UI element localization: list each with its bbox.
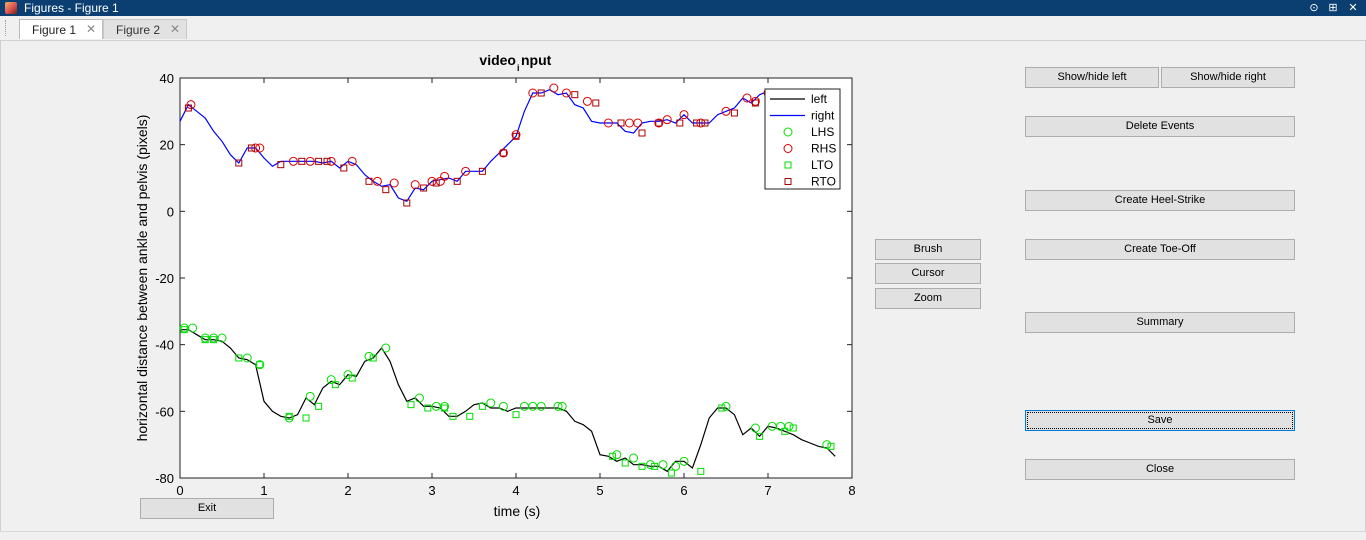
y-tick-label: -80 — [155, 471, 174, 486]
help-icon[interactable]: ⊙ — [1307, 1, 1321, 15]
window-titlebar: Figures - Figure 1 ⊙ ⊞ ✕ — [0, 0, 1366, 16]
x-tick-label: 8 — [848, 483, 855, 498]
plot-title-rest: nput — [521, 52, 552, 68]
x-tick-label: 3 — [428, 483, 435, 498]
y-tick-label: -40 — [155, 338, 174, 353]
show-hide-left-button[interactable]: Show/hide left — [1025, 67, 1159, 88]
legend-label: LTO — [811, 158, 833, 172]
legend-label: right — [811, 109, 835, 123]
y-axis-label: horizontal distance between ankle and pe… — [134, 115, 150, 442]
legend-label: RTO — [811, 175, 836, 189]
x-tick-label: 2 — [344, 483, 351, 498]
save-button[interactable]: Save — [1025, 410, 1295, 431]
close-tab-icon[interactable]: ✕ — [86, 22, 96, 36]
x-tick-label: 1 — [260, 483, 267, 498]
tab-label: Figure 2 — [116, 23, 161, 37]
y-tick-label: -20 — [155, 271, 174, 286]
show-hide-right-button[interactable]: Show/hide right — [1161, 67, 1295, 88]
legend-label: LHS — [811, 125, 834, 139]
x-tick-label: 4 — [512, 483, 519, 498]
tab-figure-2[interactable]: Figure 2 ✕ — [103, 19, 187, 39]
figure-tabs: Figure 1 ✕ Figure 2 ✕ — [0, 16, 1366, 41]
tab-grip[interactable] — [5, 20, 10, 36]
x-tick-label: 6 — [680, 483, 687, 498]
cursor-button[interactable]: Cursor — [875, 263, 981, 284]
close-icon[interactable]: ✕ — [1346, 1, 1360, 15]
y-tick-label: 0 — [167, 204, 174, 219]
summary-button[interactable]: Summary — [1025, 312, 1295, 333]
exit-button[interactable]: Exit — [140, 498, 274, 519]
legend-label: RHS — [811, 142, 836, 156]
plot-title: video — [479, 52, 516, 68]
x-tick-label: 0 — [176, 483, 183, 498]
x-axis-label: time (s) — [494, 503, 541, 519]
x-tick-label: 7 — [764, 483, 771, 498]
y-tick-label: 20 — [160, 138, 174, 153]
plot[interactable]: 0 1 2 3 4 5 6 7 840200-20-40-60-80 video i nput … — [1, 41, 1365, 531]
create-heel-strike-button[interactable]: Create Heel-Strike — [1025, 190, 1295, 211]
tab-figure-1[interactable]: Figure 1 ✕ — [19, 19, 103, 39]
tab-label: Figure 1 — [32, 23, 77, 37]
x-tick-label: 5 — [596, 483, 603, 498]
zoom-button[interactable]: Zoom — [875, 288, 981, 309]
close-tab-icon[interactable]: ✕ — [170, 22, 180, 36]
window-title: Figures - Figure 1 — [24, 1, 119, 15]
matlab-icon — [5, 2, 17, 14]
undock-icon[interactable]: ⊞ — [1326, 1, 1340, 15]
delete-events-button[interactable]: Delete Events — [1025, 116, 1295, 137]
create-toe-off-button[interactable]: Create Toe-Off — [1025, 239, 1295, 260]
figure-canvas: 0 1 2 3 4 5 6 7 8 40 20 0 -20 -40 -60 -80 video i nput … — [0, 40, 1366, 532]
y-tick-label: 40 — [160, 71, 174, 86]
brush-button[interactable]: Brush — [875, 239, 981, 260]
legend-label: left — [811, 92, 828, 106]
legend[interactable]: left right LHS RHS LTO RTO — [764, 88, 841, 190]
plot-title-subscript: i — [517, 63, 520, 73]
close-button[interactable]: Close — [1025, 459, 1295, 480]
y-tick-label: -60 — [155, 404, 174, 419]
